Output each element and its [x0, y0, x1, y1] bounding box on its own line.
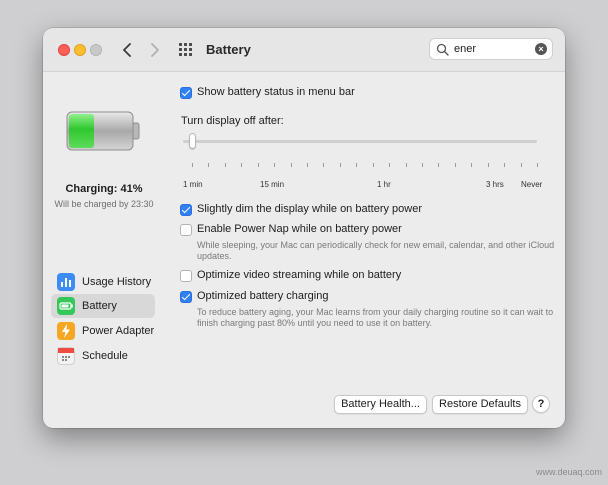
charge-completion-time: Will be charged by 23:30 — [54, 199, 154, 209]
slider-tick — [471, 163, 473, 167]
power-nap-label: Enable Power Nap while on battery power — [197, 223, 402, 235]
slider-tick — [372, 163, 374, 167]
slider-tick — [537, 163, 538, 167]
battery-icon — [57, 297, 75, 315]
slider-tick — [356, 163, 358, 167]
back-button[interactable] — [119, 40, 135, 60]
slider-tick — [487, 163, 489, 167]
sidebar-item-usage-history[interactable]: Usage History — [51, 270, 155, 294]
sidebar-item-label: Battery — [82, 300, 117, 312]
display-off-slider-knob[interactable] — [189, 133, 196, 149]
sidebar-item-label: Schedule — [82, 350, 128, 362]
restore-defaults-button[interactable]: Restore Defaults — [432, 395, 528, 414]
slider-tick — [339, 163, 341, 167]
sidebar-item-label: Power Adapter — [82, 325, 155, 337]
sidebar-item-schedule[interactable]: Schedule — [51, 344, 155, 368]
slider-tick — [454, 163, 456, 167]
slider-tick — [422, 163, 423, 167]
video-streaming-checkbox[interactable] — [180, 270, 192, 282]
slider-tick — [257, 163, 259, 167]
battery-level-icon — [66, 111, 140, 151]
chevron-right-icon — [151, 43, 159, 57]
display-off-label: Turn display off after: — [181, 115, 284, 127]
slider-tick — [290, 163, 292, 167]
search-icon — [436, 43, 449, 56]
dim-display-label: Slightly dim the display while on batter… — [197, 203, 423, 215]
slider-tick — [405, 163, 407, 167]
tick-label-never: Never — [521, 180, 543, 189]
window-title: Battery — [206, 42, 251, 57]
dim-display-checkbox[interactable] — [180, 204, 192, 216]
slider-tick — [520, 163, 522, 167]
search-query[interactable]: ener — [454, 43, 476, 55]
slider-tick — [438, 163, 440, 167]
clear-search-icon[interactable]: × — [535, 43, 547, 55]
sidebar: Charging: 41% Will be charged by 23:30 U… — [43, 73, 165, 428]
charging-status: Charging: 41% — [65, 183, 143, 195]
watermark: www.deuaq.com — [535, 467, 602, 477]
optimized-charging-description: To reduce battery aging, your Mac learns… — [197, 307, 554, 328]
sidebar-item-battery[interactable]: Battery — [51, 294, 155, 318]
zoom-window-button[interactable] — [90, 44, 102, 56]
power-nap-checkbox[interactable] — [180, 224, 192, 236]
tick-label-1-hr: 1 hr — [377, 180, 391, 189]
tick-label-1-min: 1 min — [183, 180, 203, 189]
lightning-bolt-icon — [57, 322, 75, 340]
slider-tick — [504, 163, 506, 167]
slider-tick — [208, 163, 210, 167]
display-off-slider-track[interactable] — [183, 140, 537, 143]
battery-settings-panel: Show battery status in menu bar Turn dis… — [165, 73, 565, 428]
chevron-left-icon — [123, 43, 131, 57]
show-all-grid-icon[interactable] — [179, 42, 195, 58]
title-bar: Battery ener × — [43, 28, 565, 72]
show-battery-status-checkbox[interactable] — [180, 87, 192, 99]
power-nap-description: While sleeping, your Mac can periodicall… — [197, 240, 555, 261]
battery-health-button[interactable]: Battery Health... — [334, 395, 427, 414]
slider-tick — [307, 163, 308, 167]
bar-chart-icon — [57, 273, 75, 291]
slider-tick — [274, 163, 276, 167]
slider-tick — [323, 163, 325, 167]
slider-tick — [192, 163, 193, 167]
sidebar-item-label: Usage History — [82, 276, 152, 288]
help-button[interactable]: ? — [532, 395, 550, 413]
tick-label-15-min: 15 min — [260, 180, 285, 189]
forward-button[interactable] — [147, 40, 163, 60]
minimize-window-button[interactable] — [74, 44, 86, 56]
tick-label-3-hrs: 3 hrs — [486, 180, 504, 189]
optimized-charging-label: Optimized battery charging — [197, 290, 329, 302]
slider-tick — [224, 163, 226, 167]
slider-tick — [389, 163, 391, 167]
sidebar-item-power-adapter[interactable]: Power Adapter — [51, 319, 155, 343]
video-streaming-label: Optimize video streaming while on batter… — [197, 269, 402, 281]
show-battery-status-label: Show battery status in menu bar — [197, 86, 355, 98]
system-preferences-window: Battery ener × Charging: 41% Will be cha… — [43, 28, 565, 428]
search-field[interactable]: ener × — [429, 38, 553, 60]
calendar-icon — [57, 347, 75, 365]
slider-tick — [241, 163, 243, 167]
optimized-charging-checkbox[interactable] — [180, 291, 192, 303]
close-window-button[interactable] — [58, 44, 70, 56]
